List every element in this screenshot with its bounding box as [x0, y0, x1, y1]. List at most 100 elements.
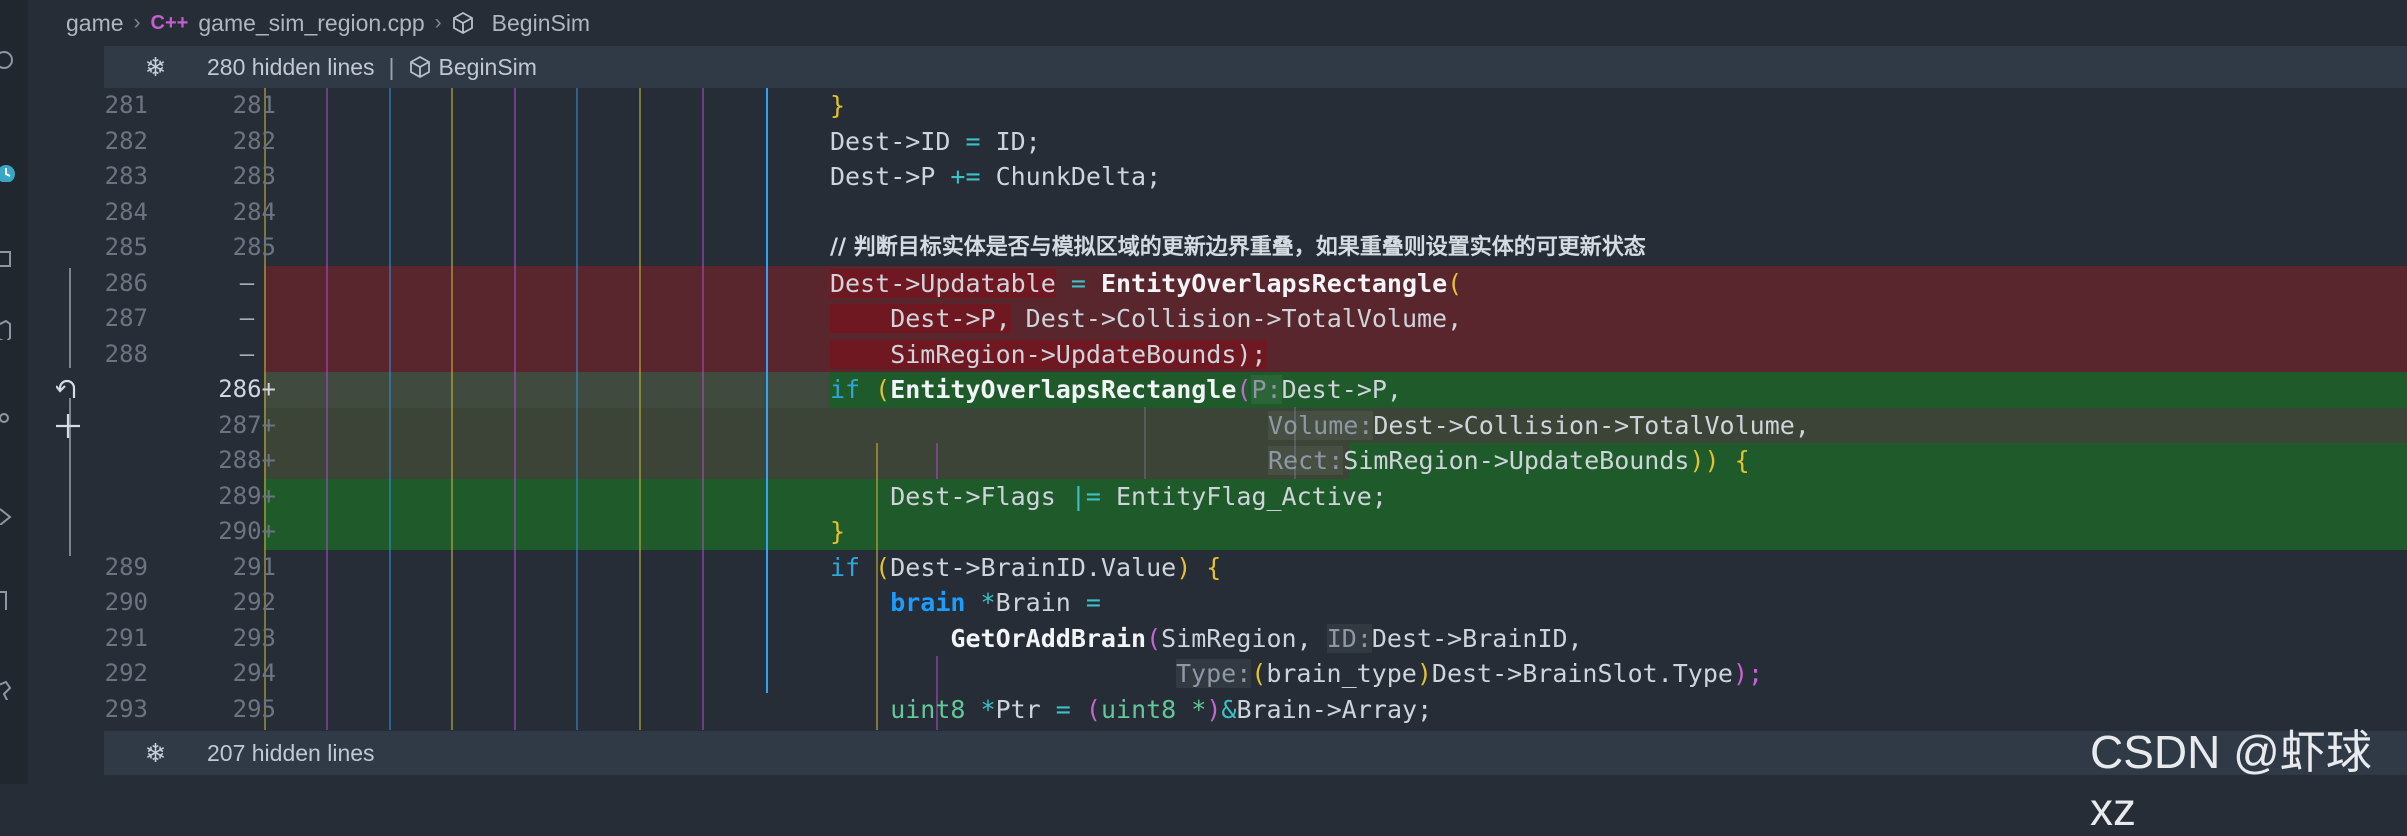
old-line-number: 283: [104, 162, 148, 190]
indent-guide: [936, 443, 938, 479]
code-line-added[interactable]: if (EntityOverlapsRectangle(P:Dest->P,: [830, 372, 1402, 408]
code-text: Dest->Updatable: [830, 268, 1056, 298]
old-line-number: 286: [104, 268, 148, 297]
unfold-icon[interactable]: ❄: [104, 738, 207, 769]
paren: (: [1251, 659, 1267, 688]
old-line-number: 284: [104, 197, 148, 226]
symbol-method-icon: [452, 11, 473, 35]
fold-symbol[interactable]: BeginSim: [439, 54, 537, 81]
old-line-number: 285: [104, 233, 148, 261]
revert-icon[interactable]: [56, 376, 82, 404]
code-text: SimRegion->UpdateBounds: [1343, 446, 1690, 475]
added-line-row: [104, 514, 2407, 550]
added-line-row: [104, 407, 2407, 443]
code-text: Dest->P,: [1281, 375, 1402, 404]
history-icon[interactable]: [0, 162, 20, 182]
paren: (: [860, 375, 891, 404]
line-row: 288 —: [104, 337, 284, 373]
unfold-icon[interactable]: ❄: [104, 52, 207, 83]
line-row: 286+: [104, 372, 284, 408]
code-line[interactable]: brain *Brain =: [830, 585, 1101, 621]
code-line-added[interactable]: Volume:Dest->Collision->TotalVolume,: [1268, 408, 1810, 444]
book-icon[interactable]: [0, 590, 20, 610]
breadcrumb-folder[interactable]: game: [66, 10, 124, 37]
line-row: 289 291: [104, 550, 284, 586]
old-line-number: 281: [104, 91, 148, 119]
new-line-number: 282: [232, 126, 276, 155]
code-text: ChunkDelta;: [980, 162, 1162, 191]
code-line-deleted[interactable]: SimRegion->UpdateBounds);: [830, 337, 1267, 373]
code-comment[interactable]: // 判断目标实体是否与模拟区域的更新边界重叠，如果重叠则设置实体的可更新状态: [830, 230, 1646, 266]
hidden-lines-bar-bottom[interactable]: ❄ 207 hidden lines: [104, 731, 2407, 775]
diff-editor[interactable]: 281 281 282 282 283 283 284 284 285 285 286— …: [104, 88, 2407, 730]
code-text: SimRegion,: [1161, 623, 1327, 653]
operator: *: [965, 694, 996, 724]
line-row: 292 294: [104, 656, 284, 692]
indent-guide-active: [766, 88, 768, 693]
breadcrumb-symbol[interactable]: BeginSim: [492, 10, 590, 37]
breadcrumb: game › C++ game_sim_region.cpp › BeginSi…: [66, 0, 2396, 46]
operator: =: [1055, 268, 1101, 298]
type-name: brain: [830, 588, 966, 617]
code-line-deleted[interactable]: Dest->P, Dest->Collision->TotalVolume,: [830, 301, 1462, 337]
code-line-added[interactable]: }: [830, 514, 845, 550]
source-control-icon[interactable]: [0, 410, 20, 430]
deleted-sign: —: [239, 339, 255, 368]
indent-guide: [514, 88, 516, 730]
square-icon[interactable]: [0, 250, 20, 270]
old-line-number: 292: [104, 659, 148, 687]
function-name: EntityOverlapsRectangle: [1100, 268, 1448, 298]
indent-guide: [389, 88, 391, 730]
code-line-added[interactable]: Rect:SimRegion->UpdateBounds)) {: [1268, 443, 1750, 479]
new-line-number: 288+: [218, 446, 276, 474]
added-line-row: [104, 443, 2407, 479]
code-line[interactable]: if (Dest->BrainID.Value) {: [830, 550, 1221, 586]
code-line[interactable]: Type:(brain_type)Dest->BrainSlot.Type);: [1176, 656, 1763, 692]
line-row: 290+: [104, 514, 284, 550]
code-text: SimRegion->UpdateBounds);: [830, 339, 1267, 369]
separator: |: [388, 53, 395, 80]
code-line[interactable]: Dest->P += ChunkDelta;: [830, 159, 1161, 195]
keyword: if: [830, 552, 861, 582]
paren: );: [1732, 659, 1764, 688]
run-icon[interactable]: [0, 505, 20, 525]
code-line[interactable]: uint8 *Ptr = (uint8 *)&Brain->Array;: [830, 692, 1432, 728]
code-line[interactable]: }: [830, 88, 845, 124]
deleted-sign: —: [239, 304, 255, 332]
indent-guide: [576, 88, 578, 730]
code-text: Dest->P,: [830, 304, 1011, 333]
hidden-lines-bar-top[interactable]: ❄ 280 hidden lines | BeginSim: [104, 46, 2407, 88]
brace: }: [830, 517, 846, 546]
code-line-added[interactable]: Dest->Flags |= EntityFlag_Active;: [830, 479, 1387, 515]
paren: ): [1206, 694, 1222, 724]
extensions-icon[interactable]: [0, 680, 20, 700]
new-line-number: 289+: [218, 481, 276, 510]
old-line-number: 291: [104, 623, 148, 652]
code-line[interactable]: GetOrAddBrain(SimRegion, ID:Dest->BrainI…: [830, 621, 1583, 657]
inlay-hint: Rect:: [1268, 446, 1344, 475]
keyword: if: [830, 375, 861, 404]
line-row: 288+: [104, 443, 284, 479]
breadcrumb-file[interactable]: game_sim_region.cpp: [198, 10, 424, 37]
new-line-number: 294: [232, 659, 276, 687]
old-line-number: 282: [104, 126, 148, 155]
old-line-number: 287: [104, 304, 148, 332]
type-name: uint8 *: [1100, 694, 1207, 724]
code-text: Dest->BrainID.Value: [890, 552, 1177, 582]
indent-guide: [451, 88, 453, 730]
circle-icon[interactable]: [0, 50, 20, 70]
code-line[interactable]: Dest->ID = ID;: [830, 124, 1041, 160]
code-text: Dest->Flags: [830, 481, 1071, 511]
indent-guide: [702, 88, 704, 730]
code-line-deleted[interactable]: Dest->Updatable = EntityOverlapsRectangl…: [830, 266, 1462, 302]
cube-icon[interactable]: [0, 320, 20, 340]
symbol-method-icon: [409, 55, 430, 79]
paren: (: [1236, 375, 1252, 404]
new-line-number: 290+: [218, 517, 276, 545]
line-row: 283 283: [104, 159, 284, 195]
paren: (: [1447, 268, 1463, 298]
indent-guide: [326, 88, 328, 730]
new-line-number: 295: [232, 694, 276, 723]
stage-change-icon[interactable]: [54, 412, 82, 440]
operator: =: [1055, 694, 1086, 724]
